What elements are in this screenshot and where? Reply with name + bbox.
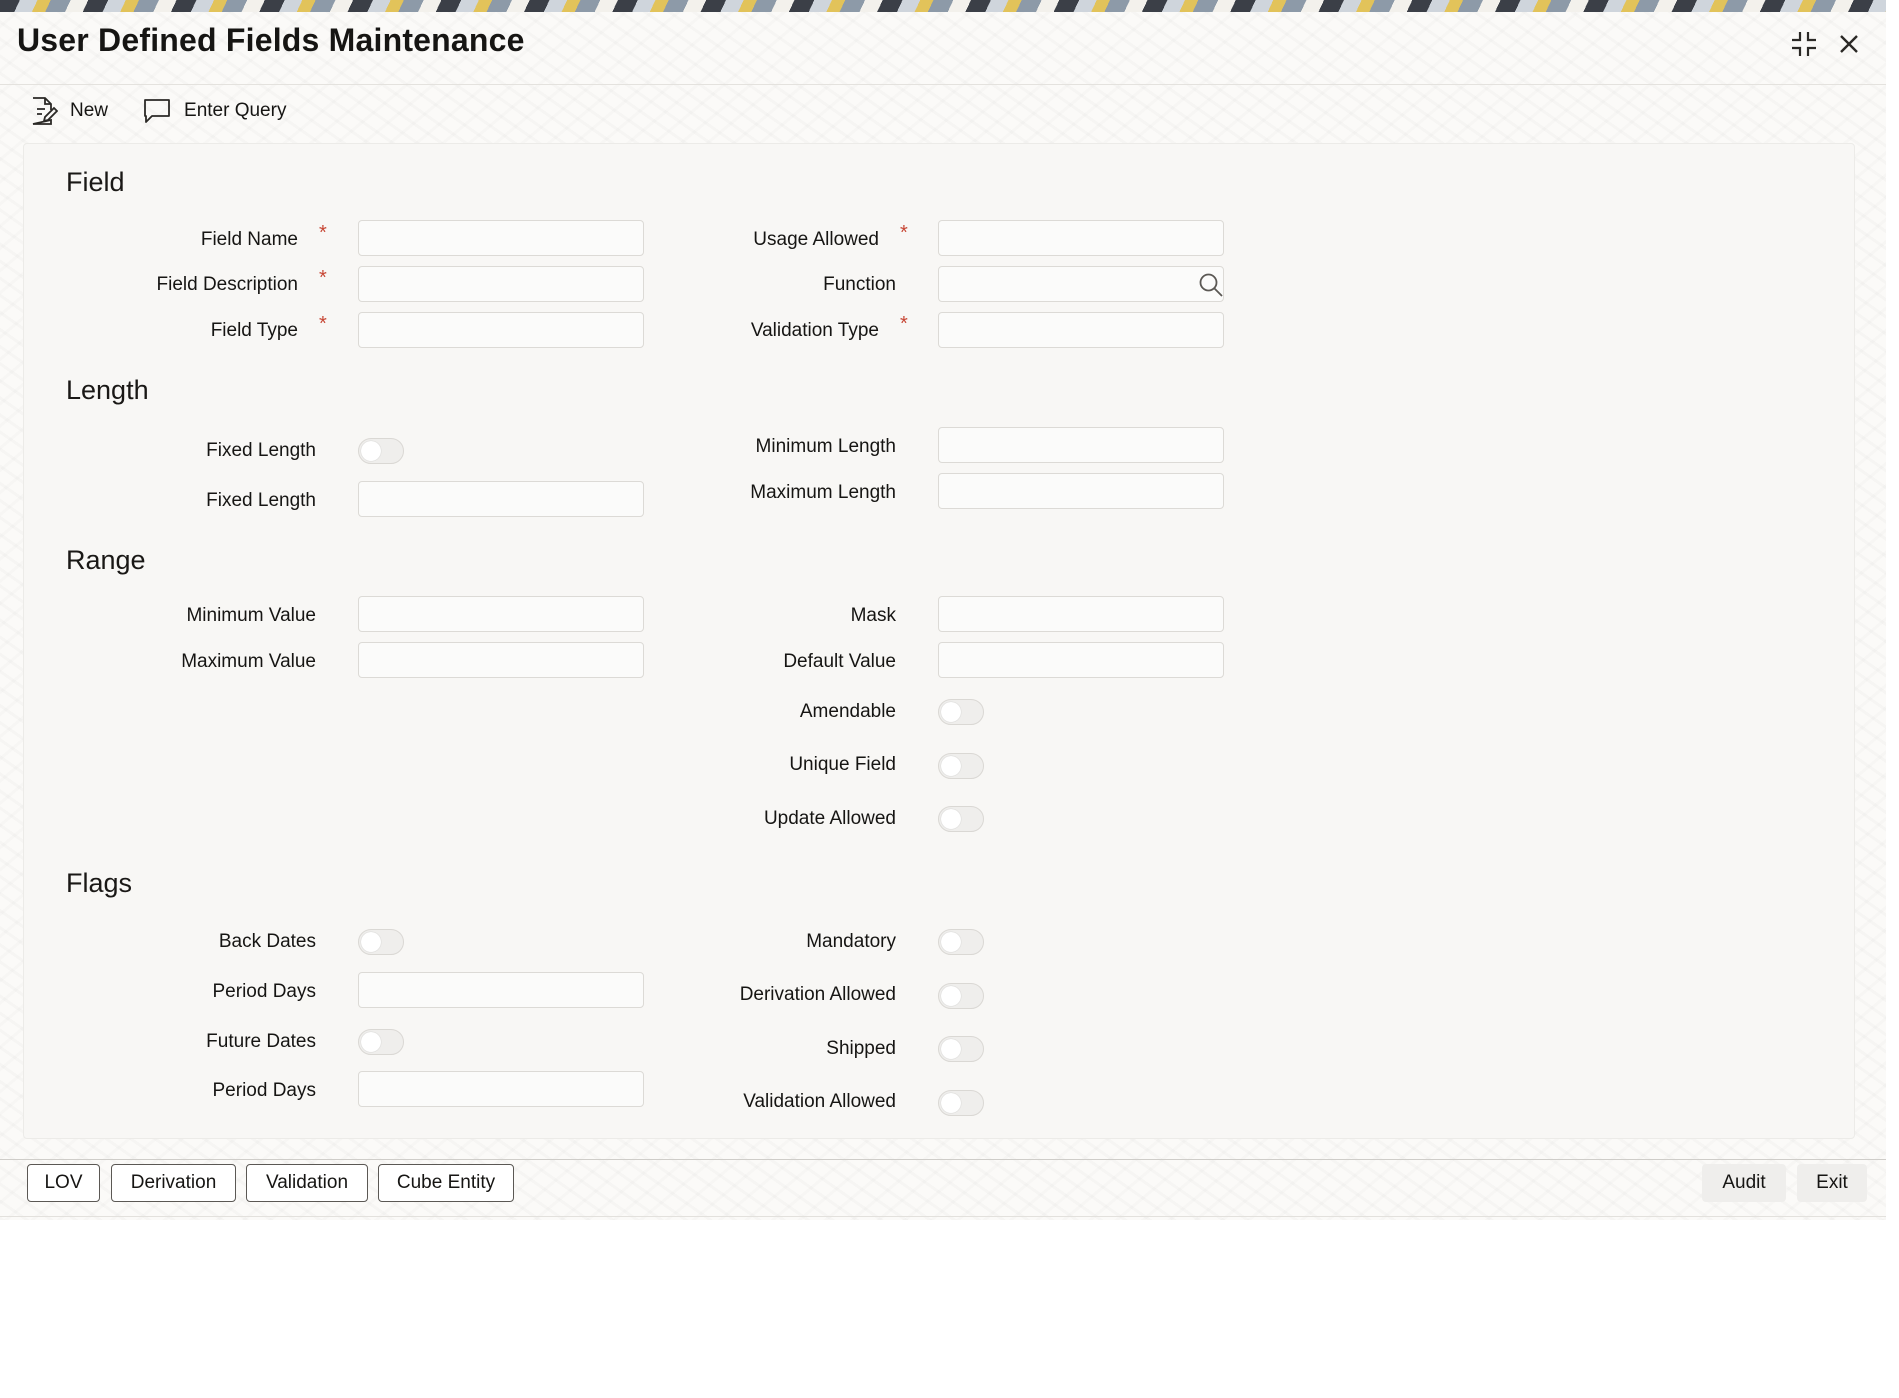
field-name-input[interactable]	[358, 220, 644, 256]
back-dates-label: Back Dates	[218, 931, 316, 952]
shipped-label: Shipped	[826, 1038, 896, 1059]
title-divider	[0, 84, 1886, 85]
minimize-icon[interactable]	[1790, 30, 1818, 58]
period-days-2-label: Period Days	[212, 1080, 317, 1101]
field-type-input[interactable]	[358, 312, 644, 348]
unique-field-label: Unique Field	[789, 754, 896, 775]
usage-allowed-required-marker: *	[900, 222, 908, 244]
exit-button[interactable]: Exit	[1797, 1164, 1867, 1202]
section-title-range: Range	[66, 545, 146, 575]
period-days-2-input[interactable]	[358, 1071, 644, 1107]
window-bottom-edge	[0, 1216, 1886, 1217]
section-title-length: Length	[66, 375, 149, 405]
amendable-toggle[interactable]	[938, 699, 984, 725]
close-icon[interactable]	[1838, 33, 1860, 55]
field-description-required-marker: *	[319, 267, 327, 289]
fixed-length-input-label: Fixed Length	[206, 490, 316, 511]
cube-entity-button[interactable]: Cube Entity	[378, 1164, 514, 1202]
fixed-length-toggle[interactable]	[358, 438, 404, 464]
function-label: Function	[823, 274, 896, 295]
field-description-input[interactable]	[358, 266, 644, 302]
fixed-length-toggle-label: Fixed Length	[206, 440, 316, 461]
field-type-label: Field Type	[210, 320, 298, 341]
period-days-1-input[interactable]	[358, 972, 644, 1008]
validation-type-input[interactable]	[938, 312, 1224, 348]
section-title-field: Field	[66, 167, 125, 197]
audit-button[interactable]: Audit	[1702, 1164, 1786, 1202]
update-allowed-toggle[interactable]	[938, 806, 984, 832]
chat-bubble-icon	[144, 99, 170, 123]
maximum-value-label: Maximum Value	[181, 651, 316, 672]
enter-query-button[interactable]: Enter Query	[142, 97, 286, 125]
new-label: New	[70, 100, 109, 121]
period-days-1-label: Period Days	[212, 981, 317, 1002]
window-controls	[1790, 30, 1860, 58]
fixed-length-input[interactable]	[358, 481, 644, 517]
derivation-allowed-label: Derivation Allowed	[739, 984, 896, 1005]
mask-input[interactable]	[938, 596, 1224, 632]
new-document-icon	[32, 97, 58, 125]
section-title-flags: Flags	[66, 868, 133, 898]
mandatory-toggle[interactable]	[938, 929, 984, 955]
minimum-value-input[interactable]	[358, 596, 644, 632]
validation-type-required-marker: *	[900, 313, 908, 335]
field-type-required-marker: *	[319, 313, 327, 335]
enter-query-label: Enter Query	[184, 100, 287, 121]
page-title: User Defined Fields Maintenance	[17, 22, 525, 58]
mask-label: Mask	[850, 605, 896, 626]
footer-divider	[0, 1159, 1886, 1160]
future-dates-label: Future Dates	[206, 1031, 316, 1052]
default-value-input[interactable]	[938, 642, 1224, 678]
function-input[interactable]	[938, 266, 1224, 302]
unique-field-toggle[interactable]	[938, 753, 984, 779]
mandatory-label: Mandatory	[806, 931, 896, 952]
validation-button[interactable]: Validation	[246, 1164, 368, 1202]
new-button[interactable]: New	[30, 96, 108, 126]
minimum-length-label: Minimum Length	[755, 436, 896, 457]
minimum-value-label: Minimum Value	[186, 605, 316, 626]
maximum-length-input[interactable]	[938, 473, 1224, 509]
field-name-label: Field Name	[200, 229, 298, 250]
derivation-button[interactable]: Derivation	[111, 1164, 236, 1202]
derivation-allowed-toggle[interactable]	[938, 983, 984, 1009]
validation-type-label: Validation Type	[750, 320, 879, 341]
field-name-required-marker: *	[319, 222, 327, 244]
future-dates-toggle[interactable]	[358, 1029, 404, 1055]
default-value-label: Default Value	[783, 651, 896, 672]
usage-allowed-input[interactable]	[938, 220, 1224, 256]
shipped-toggle[interactable]	[938, 1036, 984, 1062]
update-allowed-label: Update Allowed	[763, 808, 896, 829]
field-description-label: Field Description	[156, 274, 299, 295]
validation-allowed-toggle[interactable]	[938, 1090, 984, 1116]
udf-maintenance-window: User Defined Fields Maintenance New Ente…	[0, 0, 1886, 1220]
search-icon[interactable]	[1198, 272, 1224, 298]
maximum-length-label: Maximum Length	[750, 482, 896, 503]
header-pattern-stripe	[0, 0, 1886, 12]
usage-allowed-label: Usage Allowed	[753, 229, 879, 250]
maximum-value-input[interactable]	[358, 642, 644, 678]
back-dates-toggle[interactable]	[358, 929, 404, 955]
minimum-length-input[interactable]	[938, 427, 1224, 463]
toolbar: New Enter Query	[30, 96, 286, 126]
validation-allowed-label: Validation Allowed	[743, 1091, 896, 1112]
lov-button[interactable]: LOV	[27, 1164, 100, 1202]
amendable-label: Amendable	[799, 701, 896, 722]
